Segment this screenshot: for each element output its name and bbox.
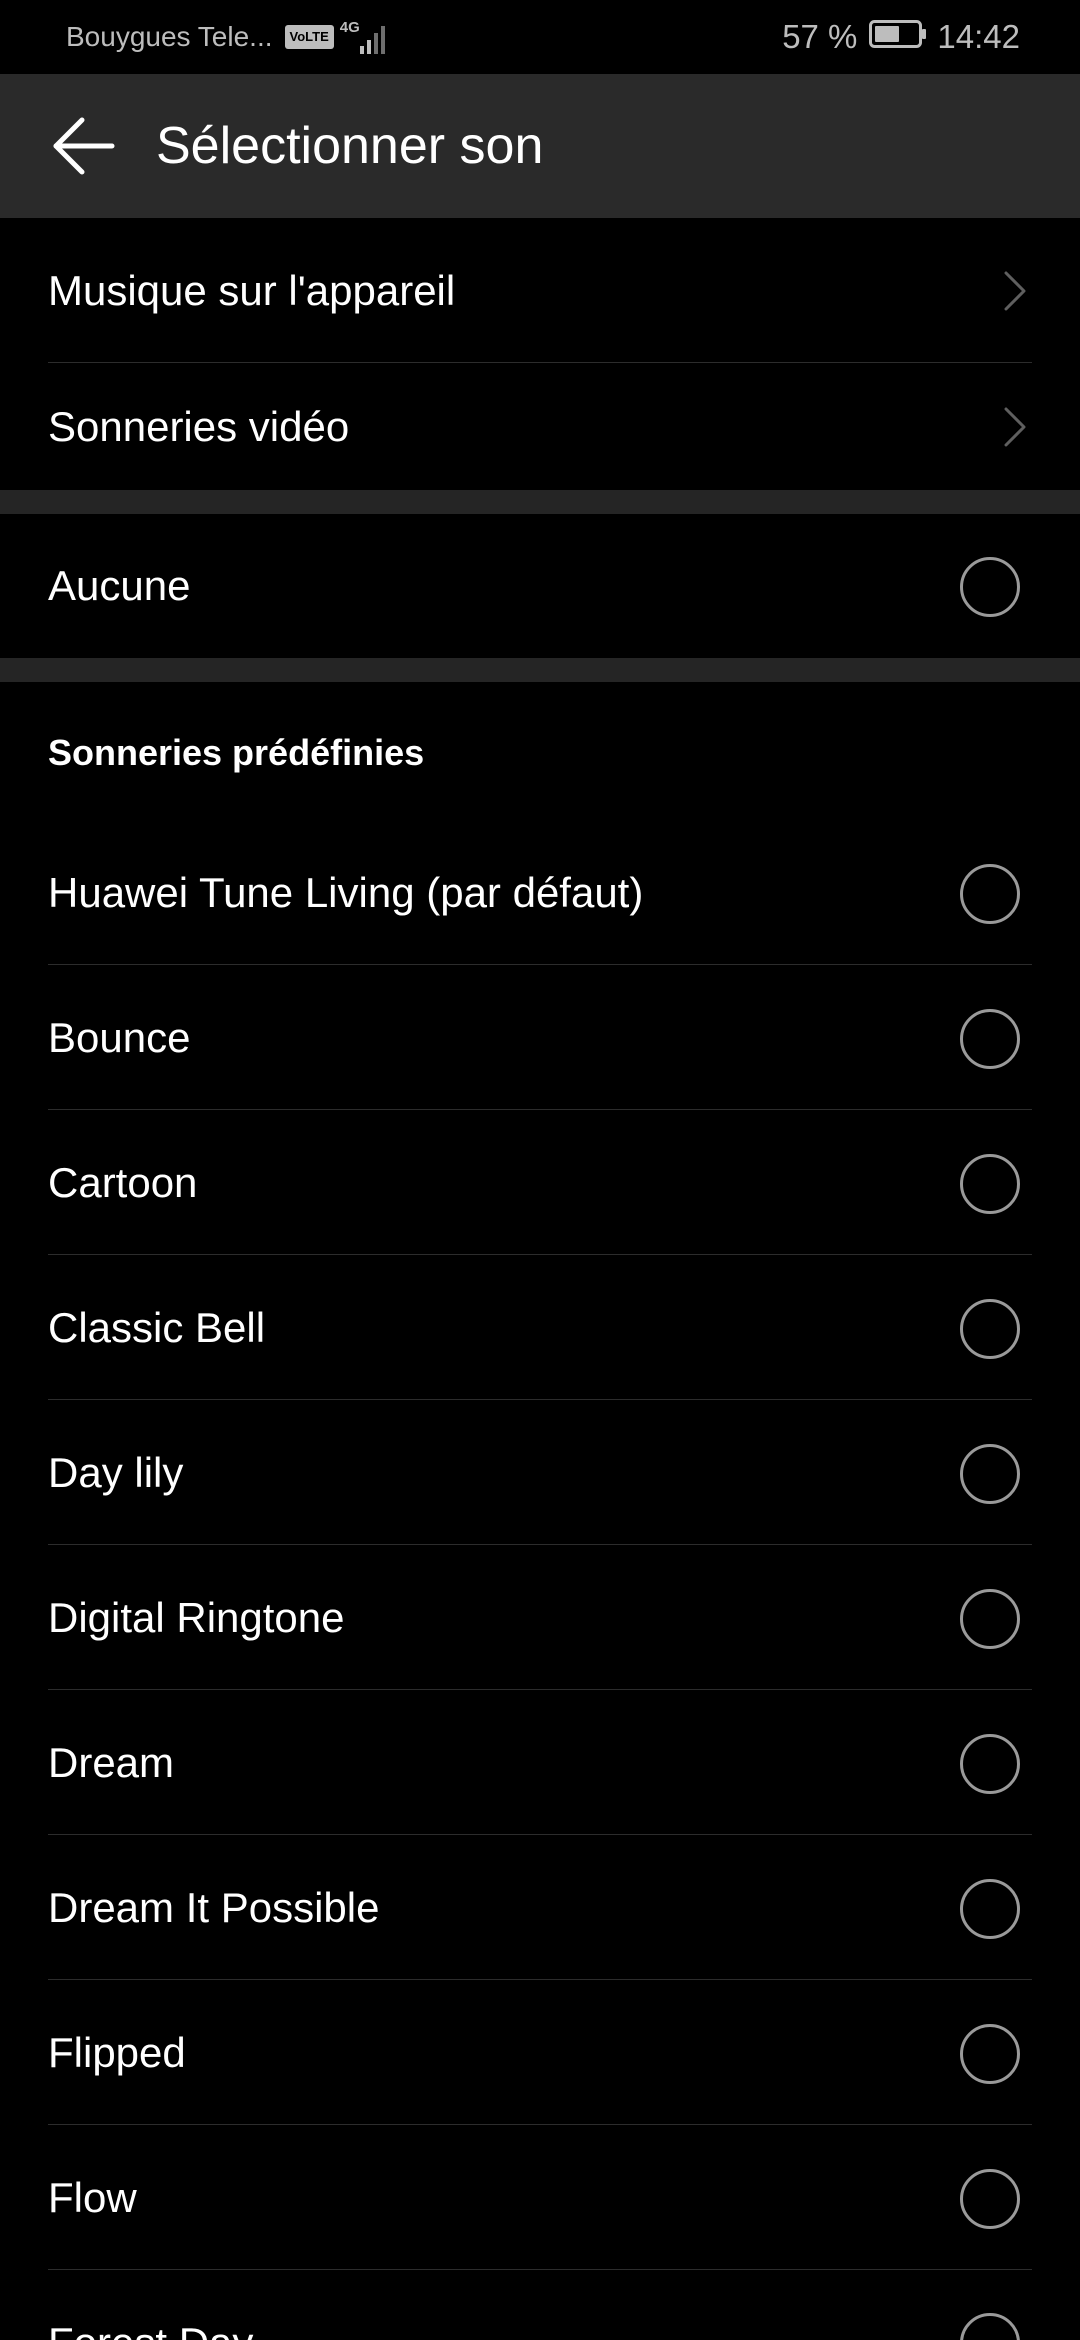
ringtone-item[interactable]: Forest Day — [0, 2270, 1080, 2340]
network-type: 4G — [339, 18, 360, 36]
ringtone-label: Bounce — [48, 1013, 191, 1061]
radio-unselected-icon[interactable] — [960, 1008, 1020, 1069]
nav-item-device-music[interactable]: Musique sur l'appareil — [0, 218, 1080, 363]
nav-item-video-ringtones[interactable]: Sonneries vidéo — [0, 354, 1080, 499]
ringtone-item[interactable]: Huawei Tune Living (par défaut) — [0, 820, 1080, 965]
ringtone-item[interactable]: Classic Bell — [0, 1255, 1080, 1400]
arrow-left-icon[interactable] — [52, 116, 116, 176]
option-none[interactable]: Aucune — [0, 514, 1080, 658]
ringtone-item[interactable]: Digital Ringtone — [0, 1545, 1080, 1690]
radio-unselected-icon[interactable] — [960, 1588, 1020, 1649]
radio-unselected-icon[interactable] — [960, 2313, 1020, 2340]
ringtone-label: Day lily — [48, 1448, 184, 1496]
carrier-name: Bouygues Tele... — [66, 21, 273, 52]
ringtone-item[interactable]: Flipped — [0, 1980, 1080, 2125]
status-right: 57 % 14:42 — [782, 0, 1020, 74]
ringtone-item[interactable]: Bounce — [0, 965, 1080, 1110]
ringtone-item[interactable]: Dream It Possible — [0, 1835, 1080, 1980]
nav-item-label: Sonneries vidéo — [48, 402, 350, 450]
clock: 14:42 — [937, 18, 1020, 55]
app-bar: Sélectionner son — [0, 74, 1080, 218]
ringtone-label: Flipped — [48, 2028, 186, 2076]
ringtone-label: Cartoon — [48, 1158, 198, 1206]
section-divider — [0, 490, 1080, 514]
ringtone-item[interactable]: Day lily — [0, 1400, 1080, 1545]
radio-unselected-icon[interactable] — [960, 1443, 1020, 1504]
ringtone-label: Dream — [48, 1738, 175, 1786]
ringtone-label: Huawei Tune Living (par défaut) — [48, 868, 644, 916]
ringtone-item[interactable]: Flow — [0, 2125, 1080, 2270]
status-bar: Bouygues Tele... VoLTE 4G 57 % 14:42 — [0, 0, 1080, 74]
battery-icon — [869, 18, 927, 56]
section-header: Sonneries prédéfinies — [48, 731, 425, 773]
radio-unselected-icon[interactable] — [960, 2023, 1020, 2084]
radio-unselected-icon[interactable] — [960, 1878, 1020, 1939]
radio-unselected-icon[interactable] — [960, 1153, 1020, 1214]
ringtone-item[interactable]: Dream — [0, 1690, 1080, 1835]
volte-badge: VoLTE — [284, 25, 334, 49]
radio-unselected-icon[interactable] — [960, 1733, 1020, 1794]
signal-icon — [359, 20, 388, 54]
ringtone-label: Classic Bell — [48, 1303, 266, 1351]
ringtone-label: Forest Day — [48, 2270, 253, 2340]
section-divider — [0, 658, 1080, 682]
page-title: Sélectionner son — [156, 117, 544, 175]
ringtone-label: Dream It Possible — [48, 1883, 380, 1931]
nav-item-label: Musique sur l'appareil — [48, 266, 456, 314]
ringtone-label: Flow — [48, 2173, 137, 2221]
radio-unselected-icon[interactable] — [960, 2168, 1020, 2229]
battery-percent: 57 % — [782, 18, 858, 55]
radio-unselected-icon[interactable] — [960, 557, 1020, 617]
option-label: Aucune — [48, 562, 191, 609]
radio-unselected-icon[interactable] — [960, 863, 1020, 924]
radio-unselected-icon[interactable] — [960, 1298, 1020, 1359]
ringtone-label: Digital Ringtone — [48, 1593, 345, 1641]
chevron-right-icon — [1002, 269, 1028, 313]
ringtone-item[interactable]: Cartoon — [0, 1110, 1080, 1255]
status-left: Bouygues Tele... VoLTE 4G — [66, 0, 388, 74]
chevron-right-icon — [1002, 405, 1028, 449]
